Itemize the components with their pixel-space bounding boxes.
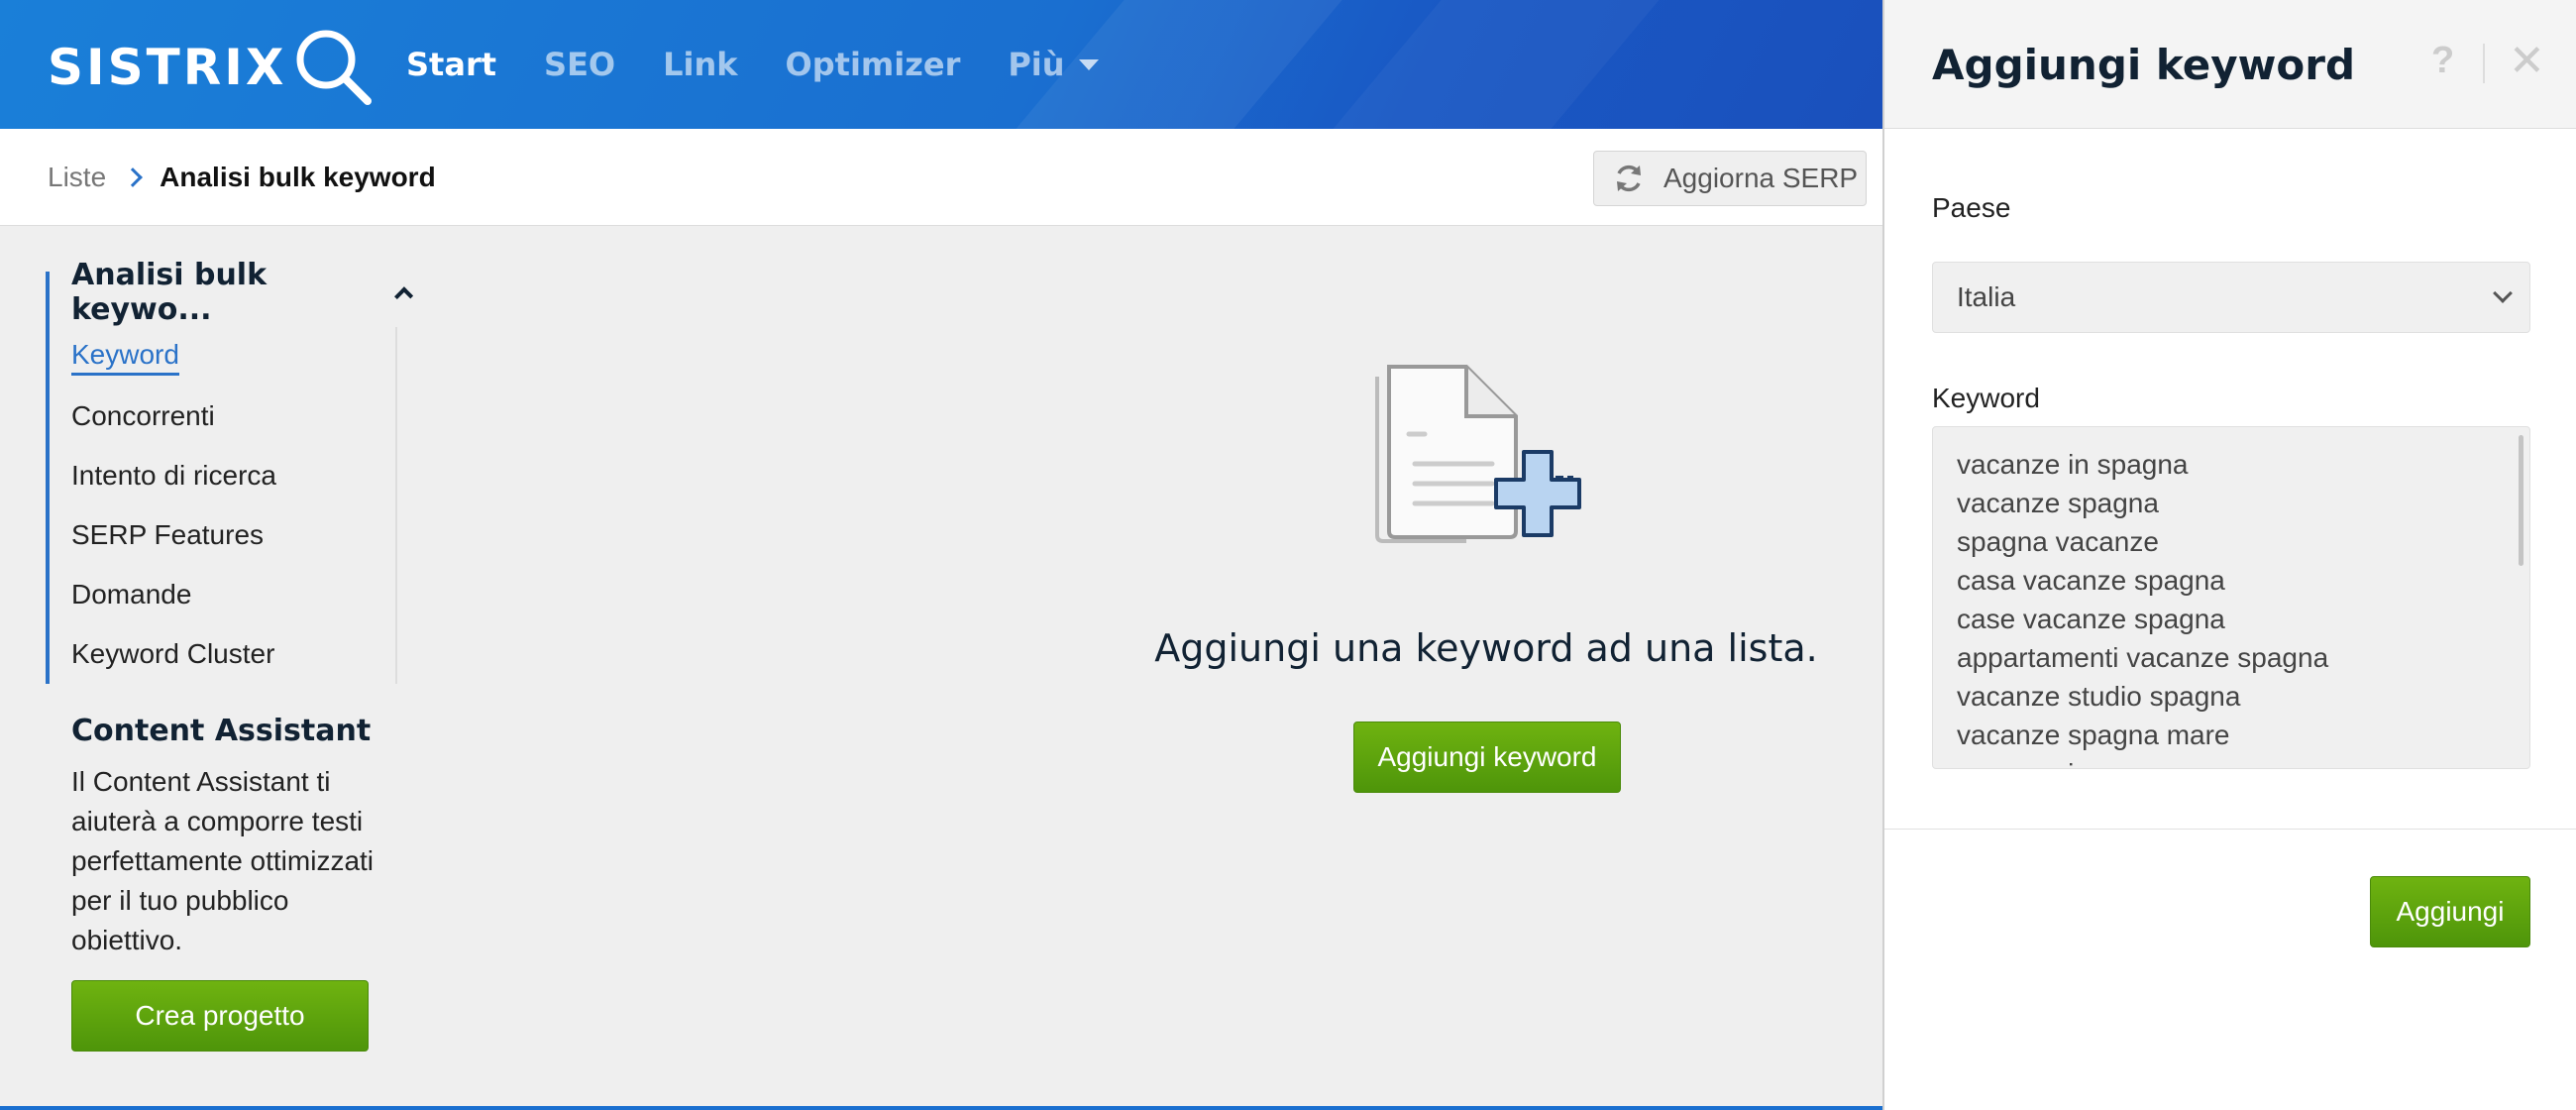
content-assistant-title: Content Assistant <box>71 714 372 748</box>
keyword-line: case vacanze spagna <box>1957 604 2225 634</box>
sidebar-item-intento[interactable]: Intento di ricerca <box>71 446 395 505</box>
empty-state-title: Aggiungi una keyword ad una lista. <box>1154 626 1818 670</box>
sidebar-item-label: Keyword Cluster <box>71 638 275 669</box>
refresh-serp-button[interactable]: Aggiorna SERP <box>1593 151 1867 206</box>
panel-divider <box>1884 829 2576 830</box>
sidebar-item-label: Concorrenti <box>71 400 215 431</box>
sistrix-logo[interactable]: SISTRIX <box>48 26 376 109</box>
breadcrumb-liste[interactable]: Liste <box>48 162 106 193</box>
keyword-line: vacanze spagna mare <box>1957 720 2230 750</box>
keyword-line: vacanze in spagna <box>1957 449 2189 480</box>
keyword-line: vacanze studio spagna <box>1957 681 2241 712</box>
nav-more[interactable]: Più <box>1008 46 1099 83</box>
panel-header: Aggiungi keyword ? ✕ <box>1884 0 2576 129</box>
bottom-accent-line <box>0 1106 1882 1110</box>
chevron-right-icon <box>123 167 144 187</box>
breadcrumb: Liste Analisi bulk keyword <box>48 129 436 226</box>
refresh-icon <box>1617 165 1641 192</box>
sidebar-item-concorrenti[interactable]: Concorrenti <box>71 387 395 446</box>
nav-optimizer[interactable]: Optimizer <box>786 46 961 83</box>
sidebar-item-keyword-cluster[interactable]: Keyword Cluster <box>71 624 395 684</box>
header-decoration <box>1333 0 1660 129</box>
sidebar-items: Keyword Concorrenti Intento di ricerca S… <box>71 327 397 684</box>
nav-link[interactable]: Link <box>663 46 737 83</box>
panel-title: Aggiungi keyword <box>1932 40 2356 89</box>
caret-down-icon <box>1078 58 1099 70</box>
keyword-line: spagna vacanze <box>1957 526 2159 557</box>
submit-add-button[interactable]: Aggiungi <box>2370 876 2530 947</box>
country-select[interactable]: Italia <box>1932 262 2530 333</box>
sidebar-item-serp-features[interactable]: SERP Features <box>71 505 395 565</box>
content-assistant-text: Il Content Assistant ti aiuterà a compor… <box>71 766 375 955</box>
refresh-serp-label: Aggiorna SERP <box>1664 163 1859 193</box>
add-keyword-panel: Aggiungi keyword ? ✕ Paese Italia Keywor… <box>1882 0 2576 1110</box>
keyword-label: Keyword <box>1932 383 2040 413</box>
sidebar-item-keyword[interactable]: Keyword <box>71 327 395 387</box>
breadcrumb-current: Analisi bulk keyword <box>160 162 436 192</box>
help-icon[interactable]: ? <box>2431 40 2454 82</box>
magnifier-logo-icon <box>296 30 373 105</box>
textarea-scrollbar[interactable] <box>2519 435 2523 566</box>
add-keyword-button[interactable]: Aggiungi keyword <box>1353 722 1621 793</box>
logo-text: SISTRIX <box>48 39 287 96</box>
breadcrumb-bar: Liste Analisi bulk keyword Aggiorna SERP <box>0 129 1882 226</box>
keyword-line: appartamenti vacanze spagna <box>1957 642 2329 673</box>
country-label: Paese <box>1932 192 2011 223</box>
header-divider <box>2483 44 2485 83</box>
sidebar-group-title: Analisi bulk keywo... <box>71 258 268 327</box>
nav-more-label: Più <box>1008 46 1065 83</box>
sidebar-item-domande[interactable]: Domande <box>71 565 395 624</box>
country-value: Italia <box>1957 281 2016 312</box>
nav-start[interactable]: Start <box>406 46 496 83</box>
close-icon[interactable]: ✕ <box>2509 36 2545 86</box>
keyword-line: vacanze spagna <box>1957 488 2159 518</box>
sidebar-item-label: Domande <box>71 579 192 610</box>
create-project-button[interactable]: Crea progetto <box>71 980 369 1052</box>
sidebar-item-label: Keyword <box>71 339 179 376</box>
sidebar-group: Analisi bulk keywo... Keyword Concorrent… <box>46 258 413 684</box>
keyword-line: vacanze in spagna mare <box>1957 754 2506 768</box>
sidebar-group-header[interactable]: Analisi bulk keywo... <box>71 258 413 327</box>
chevron-down-icon <box>2493 283 2513 303</box>
sidebar-item-label: SERP Features <box>71 519 265 550</box>
main-nav: Start SEO Link Optimizer Più <box>406 0 1146 129</box>
sidebar: Analisi bulk keywo... Keyword Concorrent… <box>46 258 413 1052</box>
nav-seo[interactable]: SEO <box>544 46 615 83</box>
top-navigation-bar: SISTRIX Start SEO Link Optimizer Più <box>0 0 1882 129</box>
sidebar-item-label: Intento di ricerca <box>71 460 276 491</box>
keyword-textarea[interactable]: vacanze in spagna vacanze spagna spagna … <box>1932 426 2530 769</box>
add-document-illustration-icon <box>1375 365 1581 543</box>
keyword-line: casa vacanze spagna <box>1957 565 2225 596</box>
